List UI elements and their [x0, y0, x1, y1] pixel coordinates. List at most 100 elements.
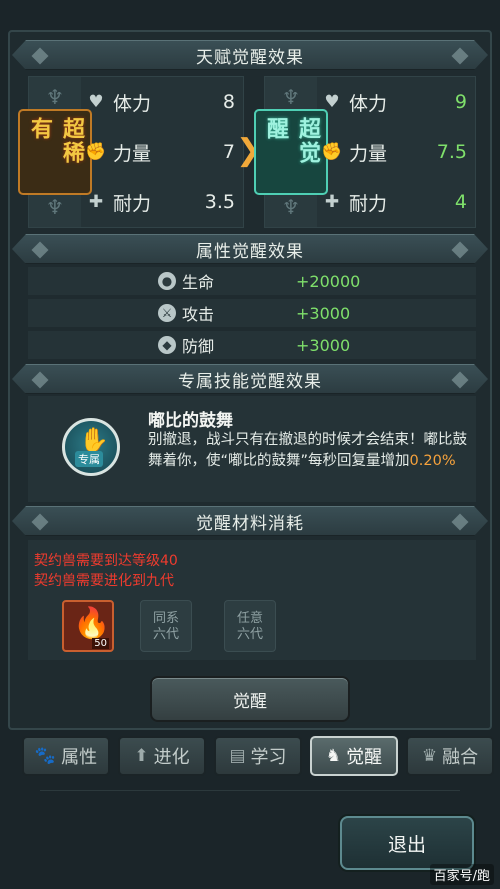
rarity-badge-before: 超稀有 — [18, 109, 92, 195]
rune-icon: ♆ — [282, 195, 300, 219]
fist-icon: ✊ — [85, 142, 107, 162]
ornament-icon — [32, 48, 49, 65]
attr-name: 生命 — [182, 273, 215, 292]
attr-value: +3000 — [296, 335, 351, 355]
tab-label: 融合 — [442, 747, 479, 768]
tab-label: 学习 — [250, 747, 287, 768]
tab-learn[interactable]: ▤ 学习 — [214, 736, 302, 776]
attr-section-title: 属性觉醒效果 — [196, 241, 304, 262]
fist-icon: ✊ — [321, 142, 343, 162]
bottom-tabs: 🐾 属性 ⬆ 进化 ▤ 学习 ♞ 觉醒 ♛ 融合 — [0, 732, 500, 780]
material-count: 50 — [92, 638, 109, 649]
attr-section-header: 属性觉醒效果 — [12, 234, 488, 264]
talent-section-title: 天赋觉醒效果 — [196, 47, 304, 68]
book-icon: ▤ — [229, 746, 246, 766]
exclusive-tag: 专属 — [75, 451, 103, 467]
stat-row-strength-before: ✊ 力量 7 — [85, 127, 235, 177]
skill-section-title: 专属技能觉醒效果 — [178, 371, 322, 392]
stat-name: 体力 — [113, 92, 152, 115]
stat-name: 耐力 — [349, 192, 388, 215]
stat-name: 力量 — [349, 142, 388, 165]
awaken-button[interactable]: 觉醒 — [150, 676, 350, 722]
skill-box: ✋ 专属 嘟比的鼓舞 别撤退，战斗只有在撤退的时候才会结束！嘟比鼓舞着你，使“嘟… — [28, 396, 476, 502]
skill-description: 别撤退，战斗只有在撤退的时候才会结束！嘟比鼓舞着你，使“嘟比的鼓舞”每秒回复量增… — [148, 430, 470, 472]
arrow-up-icon: ⬆ — [134, 746, 149, 766]
life-icon: ● — [158, 272, 176, 290]
slot-label-line1: 任意 — [236, 611, 263, 626]
material-slot-same-series[interactable]: 同系 六代 — [140, 600, 192, 652]
stat-value: 4 — [454, 191, 467, 213]
talent-section-header: 天赋觉醒效果 — [12, 40, 488, 70]
rarity-column: ♆ 超觉醒 ♆ — [254, 77, 328, 227]
ornament-icon — [32, 242, 49, 259]
tab-awaken[interactable]: ♞ 觉醒 — [310, 736, 398, 776]
rarity-column: ♆ 超稀有 ♆ — [18, 77, 92, 227]
stat-name: 力量 — [113, 142, 152, 165]
material-slot-any[interactable]: 任意 六代 — [224, 600, 276, 652]
tab-label: 觉醒 — [346, 747, 383, 768]
attr-row-attack: ⚔ 攻击 +3000 — [28, 299, 476, 327]
beast-icon: ✋ — [79, 426, 109, 454]
ornament-icon — [452, 242, 469, 259]
stat-value: 7 — [222, 141, 235, 163]
stat-value: 3.5 — [204, 191, 235, 213]
slot-label-line1: 同系 — [152, 611, 179, 626]
rune-icon: ♆ — [46, 85, 64, 109]
tab-label: 属性 — [61, 747, 98, 768]
stat-name: 耐力 — [113, 192, 152, 215]
rune-icon: ♆ — [282, 85, 300, 109]
attr-value: +3000 — [296, 303, 351, 323]
flame-icon: 🔥 — [73, 606, 111, 641]
stat-row-endurance-after: ✚ 耐力 4 — [321, 177, 467, 227]
stat-value: 7.5 — [436, 141, 467, 163]
ornament-icon — [452, 48, 469, 65]
ornament-icon — [32, 514, 49, 531]
stat-row-stamina-after: ♥ 体力 9 — [321, 77, 467, 127]
rarity-badge-after: 超觉醒 — [254, 109, 328, 195]
plus-icon: ✚ — [88, 192, 104, 212]
attr-value: +20000 — [296, 271, 361, 291]
attack-icon: ⚔ — [158, 304, 176, 322]
slot-label-line2: 六代 — [152, 627, 179, 642]
attr-row-defense: ◆ 防御 +3000 — [28, 331, 476, 359]
requirement-evolution: 契约兽需要进化到九代 — [34, 573, 174, 589]
stat-name: 体力 — [349, 92, 388, 115]
stat-row-strength-after: ✊ 力量 7.5 — [321, 127, 467, 177]
divider — [40, 790, 460, 791]
paw-icon: 🐾 — [34, 746, 57, 766]
tab-label: 进化 — [153, 747, 190, 768]
beast-icon: ♞ — [325, 746, 342, 766]
heart-icon: ♥ — [324, 92, 340, 112]
skill-name: 嘟比的鼓舞 — [148, 411, 233, 431]
talent-after-panel: ♆ 超觉醒 ♆ ♥ 体力 9 ✊ 力量 7.5 ✚ 耐力 4 — [254, 76, 476, 228]
fusion-icon: ♛ — [421, 746, 438, 766]
talent-before-panel: ♆ 超稀有 ♆ ♥ 体力 8 ✊ 力量 7 ✚ 耐力 3.5 — [18, 76, 244, 228]
attr-name: 攻击 — [182, 305, 215, 324]
tab-fusion[interactable]: ♛ 融合 — [406, 736, 494, 776]
rune-icon: ♆ — [46, 195, 64, 219]
watermark: 百家号/跑 — [429, 864, 494, 885]
stat-value: 9 — [454, 91, 467, 113]
attr-row-life: ● 生命 +20000 — [28, 267, 476, 295]
material-section-title: 觉醒材料消耗 — [196, 513, 304, 534]
shield-icon: ◆ — [158, 336, 176, 354]
attr-name: 防御 — [182, 337, 215, 356]
tab-evolve[interactable]: ⬆ 进化 — [118, 736, 206, 776]
tab-attributes[interactable]: 🐾 属性 — [22, 736, 110, 776]
skill-icon[interactable]: ✋ 专属 — [62, 418, 120, 476]
stat-value: 8 — [222, 91, 235, 113]
material-item-fire[interactable]: 🔥 50 — [62, 600, 114, 652]
stat-row-endurance-before: ✚ 耐力 3.5 — [85, 177, 235, 227]
skill-section-header: 专属技能觉醒效果 — [12, 364, 488, 394]
requirement-level: 契约兽需要到达等级40 — [34, 553, 178, 569]
heart-icon: ♥ — [88, 92, 104, 112]
ornament-icon — [452, 372, 469, 389]
ornament-icon — [32, 372, 49, 389]
slot-label-line2: 六代 — [236, 627, 263, 642]
material-section-header: 觉醒材料消耗 — [12, 506, 488, 536]
skill-desc-value: 0.20% — [409, 453, 456, 469]
plus-icon: ✚ — [324, 192, 340, 212]
ornament-icon — [452, 514, 469, 531]
exit-button[interactable]: 退出 — [340, 816, 474, 870]
stat-row-stamina-before: ♥ 体力 8 — [85, 77, 235, 127]
